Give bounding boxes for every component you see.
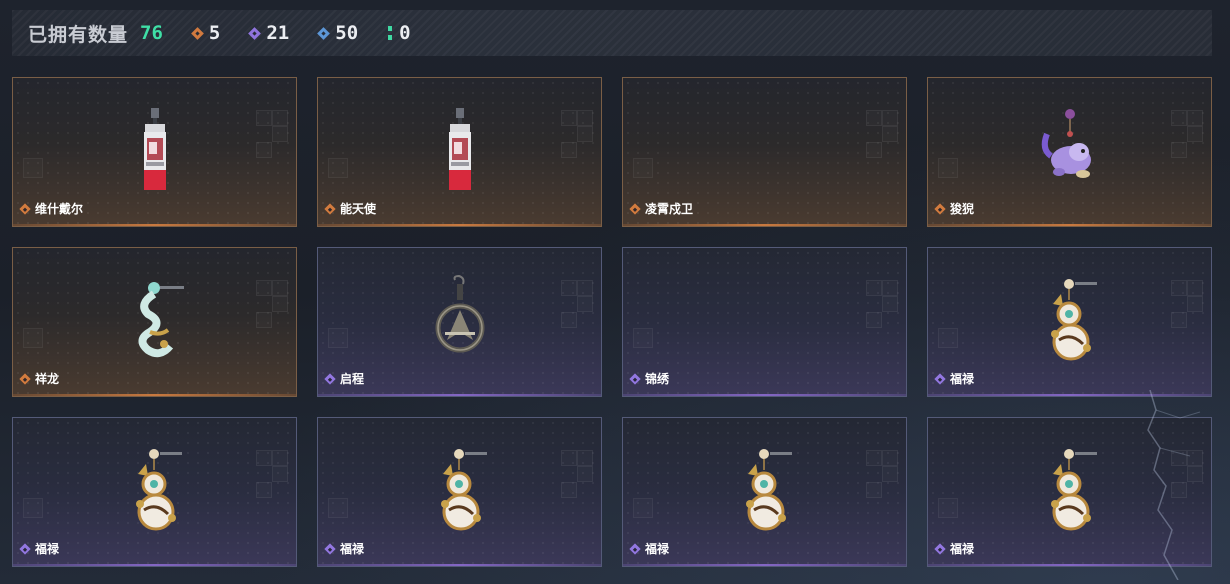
purple-rarity-icon (19, 542, 31, 555)
gourd-charm-icon (1050, 449, 1097, 531)
item-label: 福禄 (934, 540, 975, 557)
card-decoration (561, 280, 593, 332)
card-decoration-left (328, 498, 348, 518)
stat-purple-value: 21 (266, 22, 290, 44)
purple-rarity-icon (934, 542, 946, 555)
dragon-charm-icon (138, 282, 184, 358)
card-decoration-left (328, 328, 348, 348)
stat-green-value: 0 (399, 22, 411, 44)
card-decoration-left (633, 328, 653, 348)
card-decoration-left (23, 158, 43, 178)
item-card[interactable]: 福禄 (622, 417, 907, 567)
purple-rarity-icon (629, 542, 641, 555)
inventory-header: 已拥有数量 76 5 21 50 0 (12, 10, 1212, 56)
green-rarity-icon (388, 26, 393, 40)
card-decoration (1171, 280, 1203, 332)
gourd-charm-icon (440, 449, 487, 531)
gourd-charm-icon (1050, 279, 1097, 361)
item-label: 狻猊 (934, 200, 975, 217)
item-name: 启程 (340, 372, 365, 386)
item-card[interactable]: 启程 (317, 247, 602, 397)
blue-rarity-icon (317, 26, 331, 40)
tag-charm-icon (448, 108, 471, 190)
item-name: 福禄 (35, 542, 60, 556)
item-card[interactable]: 维什戴尔 (12, 77, 297, 227)
card-decoration-left (938, 328, 958, 348)
gourd-charm-icon (745, 449, 792, 531)
item-name: 祥龙 (35, 372, 60, 386)
owned-count-value: 76 (140, 22, 163, 44)
card-decoration (866, 450, 898, 502)
card-decoration-left (938, 498, 958, 518)
card-decoration-left (23, 328, 43, 348)
stat-blue-value: 50 (335, 22, 359, 44)
card-decoration (1171, 110, 1203, 162)
item-label: 福禄 (19, 540, 60, 557)
purple-rarity-icon (629, 372, 641, 385)
item-label: 福禄 (324, 540, 365, 557)
stat-orange: 5 (191, 22, 221, 44)
purple-rarity-icon (248, 26, 262, 40)
item-name: 狻猊 (950, 202, 975, 216)
beast-charm-icon (1041, 109, 1091, 178)
card-decoration (256, 450, 288, 502)
purple-rarity-icon (324, 542, 336, 555)
item-name: 维什戴尔 (35, 202, 84, 216)
item-card[interactable]: 能天使 (317, 77, 602, 227)
item-name: 福禄 (340, 542, 365, 556)
item-card[interactable]: 福禄 (927, 247, 1212, 397)
item-card[interactable]: 凌霄戍卫 (622, 77, 907, 227)
ring-charm-icon (435, 274, 484, 353)
stat-orange-value: 5 (208, 22, 221, 44)
owned-count-label: 已拥有数量 (28, 23, 129, 46)
item-label: 祥龙 (19, 370, 60, 387)
orange-rarity-icon (19, 202, 31, 215)
inventory-screen: 已拥有数量 76 5 21 50 0 维什戴尔 能天使 凌霄戍卫 狻猊 祥龙 启… (0, 0, 1230, 584)
orange-rarity-icon (629, 202, 641, 215)
card-decoration (866, 280, 898, 332)
item-label: 能天使 (324, 200, 377, 217)
item-label: 维什戴尔 (19, 200, 84, 217)
item-card[interactable]: 福禄 (927, 417, 1212, 567)
card-decoration-left (23, 498, 43, 518)
card-decoration (561, 110, 593, 162)
stat-blue: 50 (317, 22, 359, 44)
item-name: 锦绣 (645, 372, 670, 386)
item-card[interactable]: 福禄 (317, 417, 602, 567)
item-label: 福禄 (629, 540, 670, 557)
item-name: 凌霄戍卫 (645, 202, 694, 216)
stat-green: 0 (388, 22, 411, 44)
card-decoration-left (938, 158, 958, 178)
card-decoration (561, 450, 593, 502)
orange-rarity-icon (934, 202, 946, 215)
item-name: 福禄 (950, 372, 975, 386)
card-decoration (866, 110, 898, 162)
card-decoration-left (328, 158, 348, 178)
stat-purple: 21 (248, 22, 290, 44)
item-label: 锦绣 (629, 370, 670, 387)
item-card[interactable]: 狻猊 (927, 77, 1212, 227)
item-label: 凌霄戍卫 (629, 200, 694, 217)
gourd-charm-icon (135, 449, 182, 531)
card-decoration (1171, 450, 1203, 502)
item-card[interactable]: 锦绣 (622, 247, 907, 397)
item-card[interactable]: 福禄 (12, 417, 297, 567)
item-label: 启程 (324, 370, 365, 387)
orange-rarity-icon (191, 26, 204, 40)
item-grid: 维什戴尔 能天使 凌霄戍卫 狻猊 祥龙 启程 锦绣 福禄 福禄 福禄 福禄 福禄 (12, 77, 1212, 567)
card-decoration (256, 110, 288, 162)
item-card[interactable]: 祥龙 (12, 247, 297, 397)
item-name: 福禄 (645, 542, 670, 556)
orange-rarity-icon (19, 372, 31, 385)
purple-rarity-icon (934, 372, 946, 385)
item-name: 能天使 (340, 202, 377, 216)
purple-rarity-icon (324, 372, 336, 385)
item-name: 福禄 (950, 542, 975, 556)
card-decoration-left (633, 158, 653, 178)
orange-rarity-icon (324, 202, 336, 215)
card-decoration-left (633, 498, 653, 518)
tag-charm-icon (143, 108, 166, 190)
item-label: 福禄 (934, 370, 975, 387)
card-decoration (256, 280, 288, 332)
